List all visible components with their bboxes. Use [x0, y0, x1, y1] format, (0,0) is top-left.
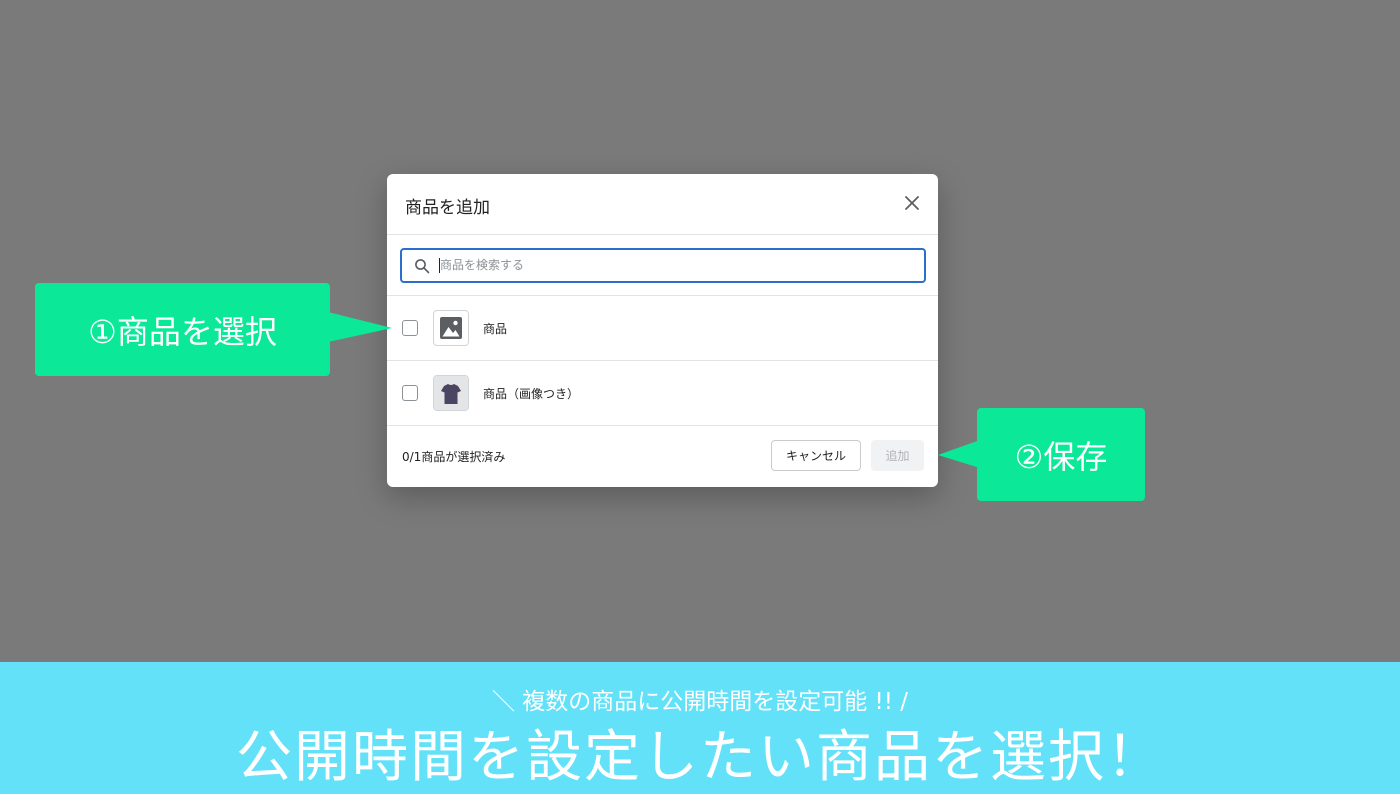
- close-button[interactable]: [900, 191, 924, 215]
- search-icon: [415, 259, 430, 274]
- callout-save: ②保存: [977, 408, 1145, 501]
- product-thumbnail: [433, 310, 469, 346]
- product-row[interactable]: 商品: [387, 296, 938, 361]
- callout-pointer: [938, 440, 980, 468]
- add-product-modal: 商品を追加 商品を検索する 商品 商品（画像つき） 0/1商品が選択済み キャン…: [387, 174, 938, 487]
- banner-subtitle: ＼ 複数の商品に公開時間を設定可能 !! /: [491, 689, 909, 715]
- product-checkbox[interactable]: [402, 320, 418, 336]
- banner-title: 公開時間を設定したい商品を選択！: [236, 725, 1164, 790]
- callout-pointer: [328, 312, 392, 342]
- search-field[interactable]: [400, 248, 926, 283]
- product-checkbox[interactable]: [402, 385, 418, 401]
- search-input[interactable]: [440, 253, 900, 277]
- tshirt-icon: [434, 376, 468, 410]
- callout-text: ②保存: [1014, 437, 1108, 476]
- product-thumbnail: [433, 375, 469, 411]
- bottom-banner: ＼ 複数の商品に公開時間を設定可能 !! / 公開時間を設定したい商品を選択！: [0, 662, 1400, 794]
- product-name: 商品（画像つき）: [483, 387, 580, 401]
- callout-select-product: ①商品を選択: [35, 283, 330, 376]
- close-icon: [905, 196, 919, 210]
- product-name: 商品: [483, 322, 508, 336]
- search-area: [387, 235, 938, 296]
- image-placeholder-icon: [440, 317, 462, 339]
- callout-text: ①商品を選択: [88, 312, 277, 351]
- modal-title: 商品を追加: [405, 198, 490, 218]
- modal-header: 商品を追加: [387, 174, 938, 235]
- cancel-button[interactable]: キャンセル: [771, 440, 861, 471]
- product-row[interactable]: 商品（画像つき）: [387, 361, 938, 426]
- modal-footer: 0/1商品が選択済み キャンセル 追加: [387, 426, 938, 487]
- selected-count: 0/1商品が選択済み: [402, 450, 506, 464]
- add-button[interactable]: 追加: [871, 440, 924, 471]
